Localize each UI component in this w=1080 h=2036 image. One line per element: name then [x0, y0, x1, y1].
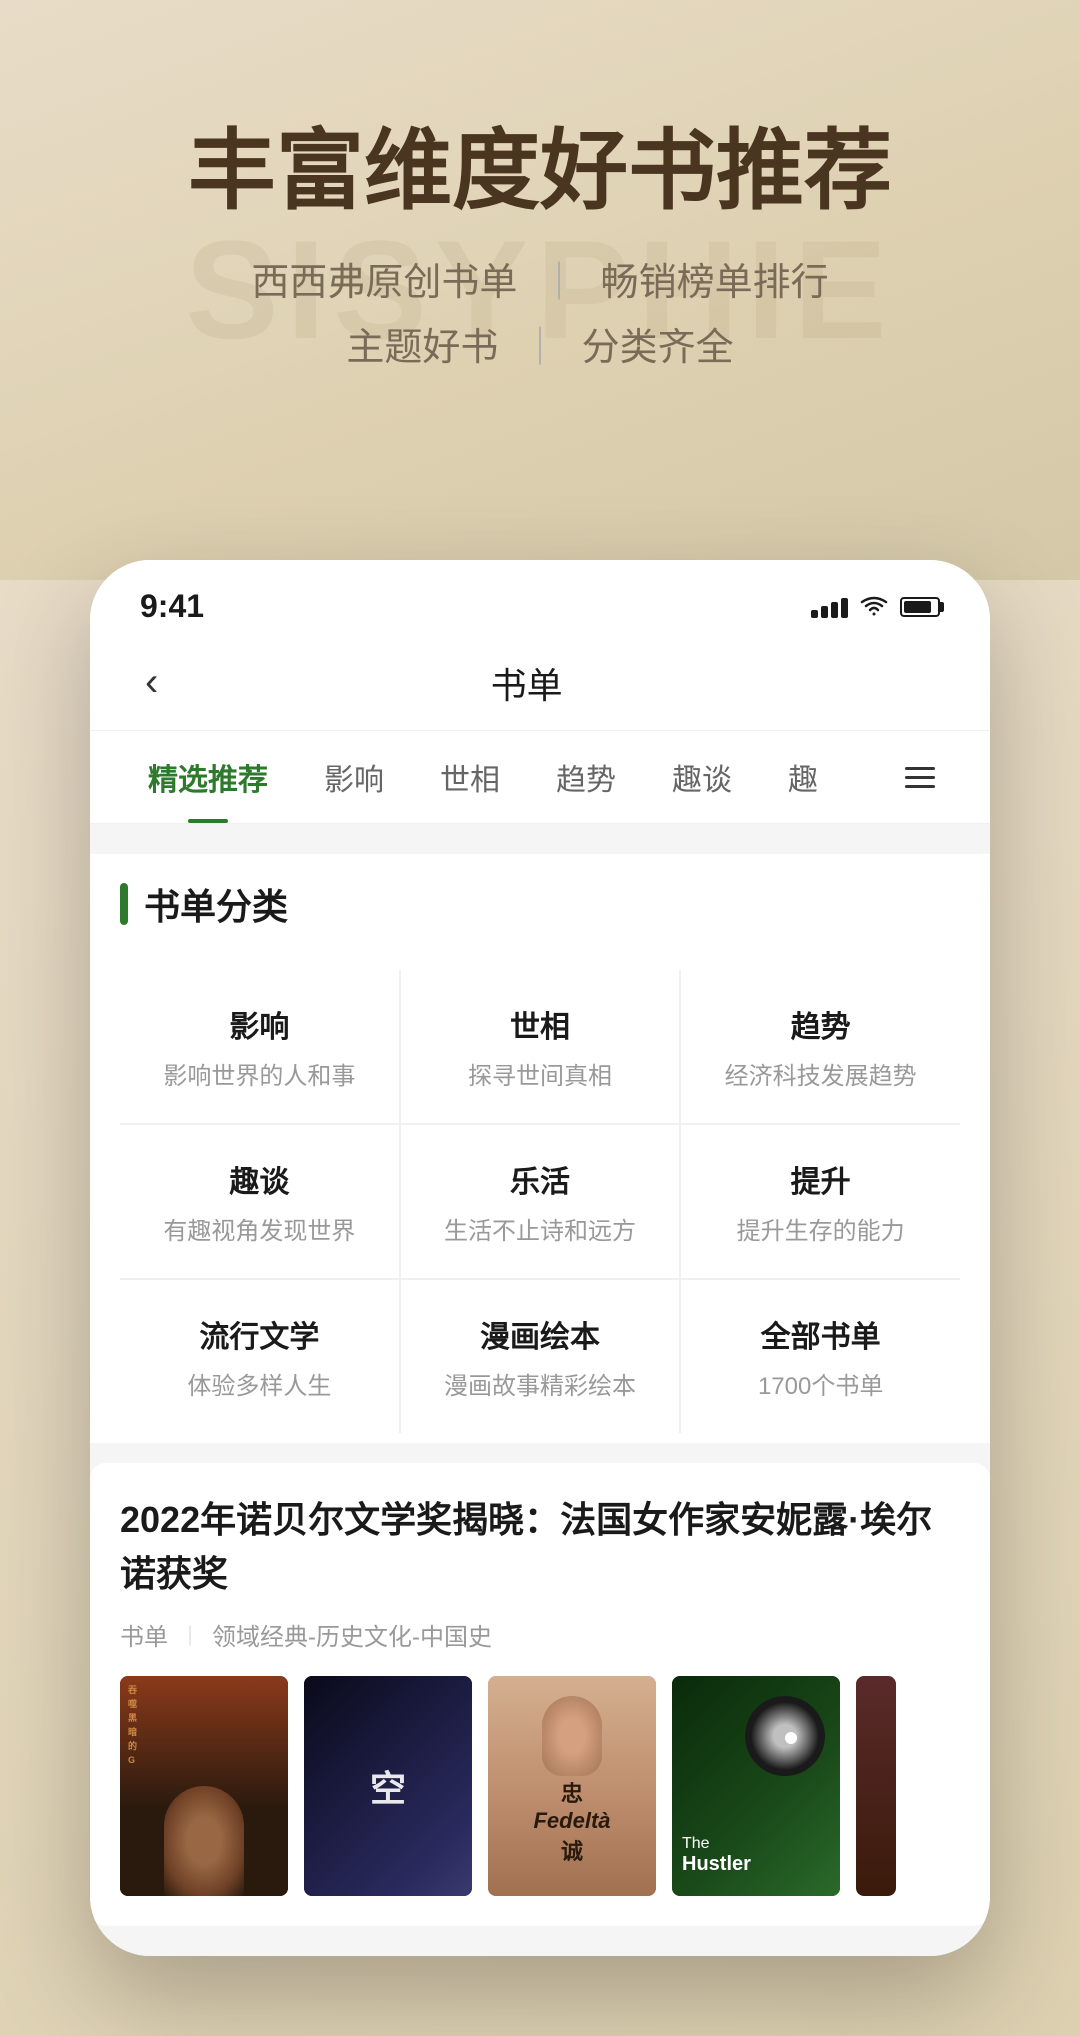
category-cell-all[interactable]: 全部书单 1700个书单: [681, 1280, 960, 1433]
signal-icon: [811, 596, 848, 618]
category-cell-world[interactable]: 世相 探寻世间真相: [401, 970, 680, 1123]
book-cover-4[interactable]: The Hustler: [672, 1676, 840, 1896]
book4-circle: [745, 1696, 825, 1776]
book3-cheng: 诚: [488, 1834, 656, 1866]
nav-bar: ‹ 书单: [90, 635, 990, 731]
status-time: 9:41: [140, 588, 204, 625]
category-title-all: 全部书单: [701, 1312, 940, 1356]
subtitle-divider2: ｜: [521, 327, 559, 369]
status-icons: [811, 596, 940, 618]
app-body: 书单分类 影响 影响世界的人和事 世相 探寻世间真相 趋势 经济科技发展趋势: [90, 824, 990, 1956]
tab-world[interactable]: 世相: [432, 731, 508, 823]
category-title-lehuo: 乐活: [421, 1157, 660, 1201]
wifi-icon: [860, 596, 888, 618]
category-cell-fiction[interactable]: 流行文学 体验多样人生: [120, 1280, 399, 1433]
category-title-tisheng: 提升: [701, 1157, 940, 1201]
battery-icon: [900, 597, 940, 617]
category-desc-manga: 漫画故事精彩绘本: [421, 1366, 660, 1401]
category-title-world: 世相: [421, 1002, 660, 1046]
tab-talk[interactable]: 趣谈: [664, 731, 740, 823]
category-title-fiction: 流行文学: [140, 1312, 379, 1356]
category-cell-influence[interactable]: 影响 影响世界的人和事: [120, 970, 399, 1123]
category-title-trend: 趋势: [701, 1002, 940, 1046]
phone-mockup: 9:41: [90, 560, 990, 1956]
category-desc-trend: 经济科技发展趋势: [701, 1056, 940, 1091]
featured-meta-divider: ｜: [180, 1620, 200, 1649]
featured-meta-tag: 书单: [120, 1617, 168, 1652]
category-title-quetan: 趣谈: [140, 1157, 379, 1201]
hero-section: SISYPHIE 丰富维度好书推荐 西西弗原创书单 ｜ 畅销榜单排行 主题好书 …: [0, 0, 1080, 580]
subtitle-part3: 主题好书: [346, 327, 498, 369]
tab-influence[interactable]: 影响: [316, 731, 392, 823]
book3-zhong: 忠: [488, 1776, 656, 1808]
category-desc-tisheng: 提升生存的能力: [701, 1211, 940, 1246]
category-tabs: 精选推荐 影响 世相 趋势 趣谈 趣: [90, 731, 990, 824]
category-grid: 影响 影响世界的人和事 世相 探寻世间真相 趋势 经济科技发展趋势 趣谈 有: [120, 970, 960, 1433]
category-desc-fiction: 体验多样人生: [140, 1366, 379, 1401]
book-cover-2[interactable]: 空: [304, 1676, 472, 1896]
category-desc-influence: 影响世界的人和事: [140, 1056, 379, 1091]
featured-meta: 书单 ｜ 领域经典-历史文化-中国史: [120, 1617, 960, 1652]
book2-char: 空: [370, 1760, 406, 1812]
book-cover-5: [856, 1676, 896, 1896]
category-cell-manga[interactable]: 漫画绘本 漫画故事精彩绘本: [401, 1280, 680, 1433]
featured-title: 2022年诺贝尔文学奖揭晓：法国女作家安妮露·埃尔诺获奖: [120, 1493, 960, 1601]
tab-misc[interactable]: 趣: [780, 731, 826, 823]
tab-featured[interactable]: 精选推荐: [140, 731, 276, 823]
subtitle-part2: 畅销榜单排行: [601, 262, 829, 304]
category-desc-world: 探寻世间真相: [421, 1056, 660, 1091]
category-cell-tisheng[interactable]: 提升 提升生存的能力: [681, 1125, 960, 1278]
subtitle-part1: 西西弗原创书单: [251, 262, 517, 304]
hero-title: 丰富维度好书推荐: [60, 120, 1020, 221]
back-button[interactable]: ‹: [140, 655, 173, 710]
subtitle-part4: 分类齐全: [582, 327, 734, 369]
book4-hustler: Hustler: [682, 1853, 830, 1876]
section-title: 书单分类: [144, 878, 288, 930]
hero-subtitle: 西西弗原创书单 ｜ 畅销榜单排行 主题好书 ｜ 分类齐全: [60, 251, 1020, 380]
category-cell-trend[interactable]: 趋势 经济科技发展趋势: [681, 970, 960, 1123]
book4-the: The: [682, 1835, 830, 1853]
book3-fedelta: Fedeltà: [488, 1808, 656, 1834]
category-title-manga: 漫画绘本: [421, 1312, 660, 1356]
section-header: 书单分类: [120, 854, 960, 946]
category-desc-quetan: 有趣视角发现世界: [140, 1211, 379, 1246]
books-row: 吞 噬 黑 暗 的 G: [120, 1676, 960, 1896]
nav-title: 书单: [173, 657, 880, 709]
category-desc-all: 1700个书单: [701, 1366, 940, 1401]
featured-meta-category: 领域经典-历史文化-中国史: [212, 1617, 492, 1652]
tab-menu-icon[interactable]: [900, 762, 940, 793]
featured-section[interactable]: 2022年诺贝尔文学奖揭晓：法国女作家安妮露·埃尔诺获奖 书单 ｜ 领域经典-历…: [90, 1463, 990, 1926]
subtitle-divider1: ｜: [540, 262, 578, 304]
status-bar: 9:41: [90, 560, 990, 635]
section-bar: [120, 883, 128, 925]
tab-trend[interactable]: 趋势: [548, 731, 624, 823]
category-grid-container: 书单分类 影响 影响世界的人和事 世相 探寻世间真相 趋势 经济科技发展趋势: [90, 854, 990, 1443]
category-cell-lehuo[interactable]: 乐活 生活不止诗和远方: [401, 1125, 680, 1278]
category-cell-quetan[interactable]: 趣谈 有趣视角发现世界: [120, 1125, 399, 1278]
category-desc-lehuo: 生活不止诗和远方: [421, 1211, 660, 1246]
category-title-influence: 影响: [140, 1002, 379, 1046]
book-cover-1[interactable]: 吞 噬 黑 暗 的 G: [120, 1676, 288, 1896]
book-cover-3[interactable]: 忠 Fedeltà 诚: [488, 1676, 656, 1896]
